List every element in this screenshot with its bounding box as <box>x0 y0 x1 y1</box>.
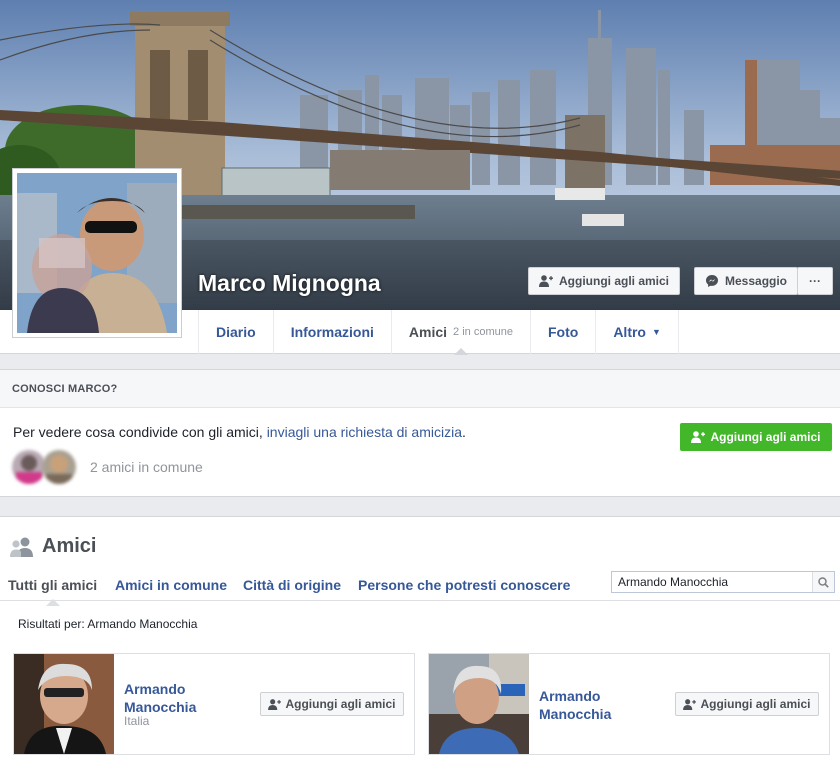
friends-search <box>611 571 835 593</box>
tab-amici[interactable]: Amici 2 in comune <box>390 310 530 355</box>
friends-title: Amici <box>10 535 96 558</box>
profile-picture[interactable] <box>12 168 182 338</box>
add-friend-button[interactable]: Aggiungi agli amici <box>675 692 819 716</box>
add-friend-icon <box>691 431 706 443</box>
tab-persone-che-potresti-conoscere[interactable]: Persone che potresti conoscere <box>358 577 570 593</box>
add-friend-icon <box>683 698 697 710</box>
friends-title-label: Amici <box>42 535 97 557</box>
profile-name: Marco Mignogna <box>198 270 381 296</box>
know-text: Per vedere cosa condivide con gli amici,… <box>13 424 466 440</box>
chevron-down-icon: ▼ <box>651 327 661 337</box>
know-text-suffix: . <box>462 424 466 440</box>
search-button[interactable] <box>812 572 834 592</box>
mutual-friend-avatar[interactable] <box>12 450 46 484</box>
tab-diario[interactable]: Diario <box>198 310 273 354</box>
tab-amici-label: Amici <box>408 324 448 340</box>
friends-icon <box>10 537 34 557</box>
friends-search-input[interactable] <box>612 572 812 592</box>
tab-amici-in-comune[interactable]: Amici in comune <box>115 577 227 593</box>
know-header: CONOSCI MARCO? <box>0 370 840 408</box>
more-options-button[interactable]: ··· <box>797 267 833 295</box>
friend-result-location: Italia <box>124 714 150 728</box>
add-friend-green-button[interactable]: Aggiungi agli amici <box>680 423 832 451</box>
add-friend-green-label: Aggiungi agli amici <box>710 430 821 444</box>
friends-section: Amici Tutti gli amici Amici in comune Ci… <box>0 516 840 772</box>
message-button[interactable]: Messaggio <box>694 267 798 295</box>
friend-result-photo[interactable] <box>429 654 529 754</box>
tab-informazioni[interactable]: Informazioni <box>272 310 391 354</box>
tab-foto-label: Foto <box>547 324 579 340</box>
messenger-icon <box>705 274 719 288</box>
search-icon <box>818 576 829 588</box>
tab-tutti-gli-amici[interactable]: Tutti gli amici <box>8 577 97 606</box>
tab-altro[interactable]: Altro ▼ <box>595 310 679 354</box>
tab-amici-mutual-count: 2 in comune <box>453 326 513 338</box>
tab-citta-di-origine[interactable]: Città di origine <box>243 577 341 593</box>
message-label: Messaggio <box>725 274 788 288</box>
tab-altro-label: Altro <box>613 324 646 340</box>
add-friend-icon <box>268 698 282 710</box>
add-friend-label: Aggiungi agli amici <box>700 697 811 711</box>
tab-diario-label: Diario <box>216 324 256 340</box>
know-person-box: CONOSCI MARCO? Per vedere cosa condivide… <box>0 369 840 497</box>
friend-result-card: Armando Manocchia Aggiungi agli amici <box>428 653 830 755</box>
friend-result-photo[interactable] <box>14 654 114 754</box>
friend-result-name[interactable]: Manocchia <box>539 705 611 723</box>
results-label: Risultati per: Armando Manocchia <box>18 617 198 631</box>
add-friend-button[interactable]: Aggiungi agli amici <box>260 692 404 716</box>
add-friend-button[interactable]: Aggiungi agli amici <box>528 267 680 295</box>
tab-foto[interactable]: Foto <box>529 310 595 354</box>
add-friend-label: Aggiungi agli amici <box>559 274 670 288</box>
add-friend-label: Aggiungi agli amici <box>285 697 396 711</box>
tab-informazioni-label: Informazioni <box>290 324 374 340</box>
friend-result-name[interactable]: Armando <box>124 680 185 698</box>
mutual-friend-avatar[interactable] <box>42 450 76 484</box>
know-text-prefix: Per vedere cosa condivide con gli amici, <box>13 424 267 440</box>
friend-result-card: Armando Manocchia Italia Aggiungi agli a… <box>13 653 415 755</box>
friend-result-name[interactable]: Armando <box>539 687 600 705</box>
friend-request-link[interactable]: inviagli una richiesta di amicizia <box>267 424 462 440</box>
add-friend-icon <box>539 275 553 287</box>
mutual-friends-row[interactable]: 2 amici in comune <box>12 450 203 484</box>
mutual-friends-count: 2 amici in comune <box>90 459 203 475</box>
more-options-label: ··· <box>809 274 821 288</box>
